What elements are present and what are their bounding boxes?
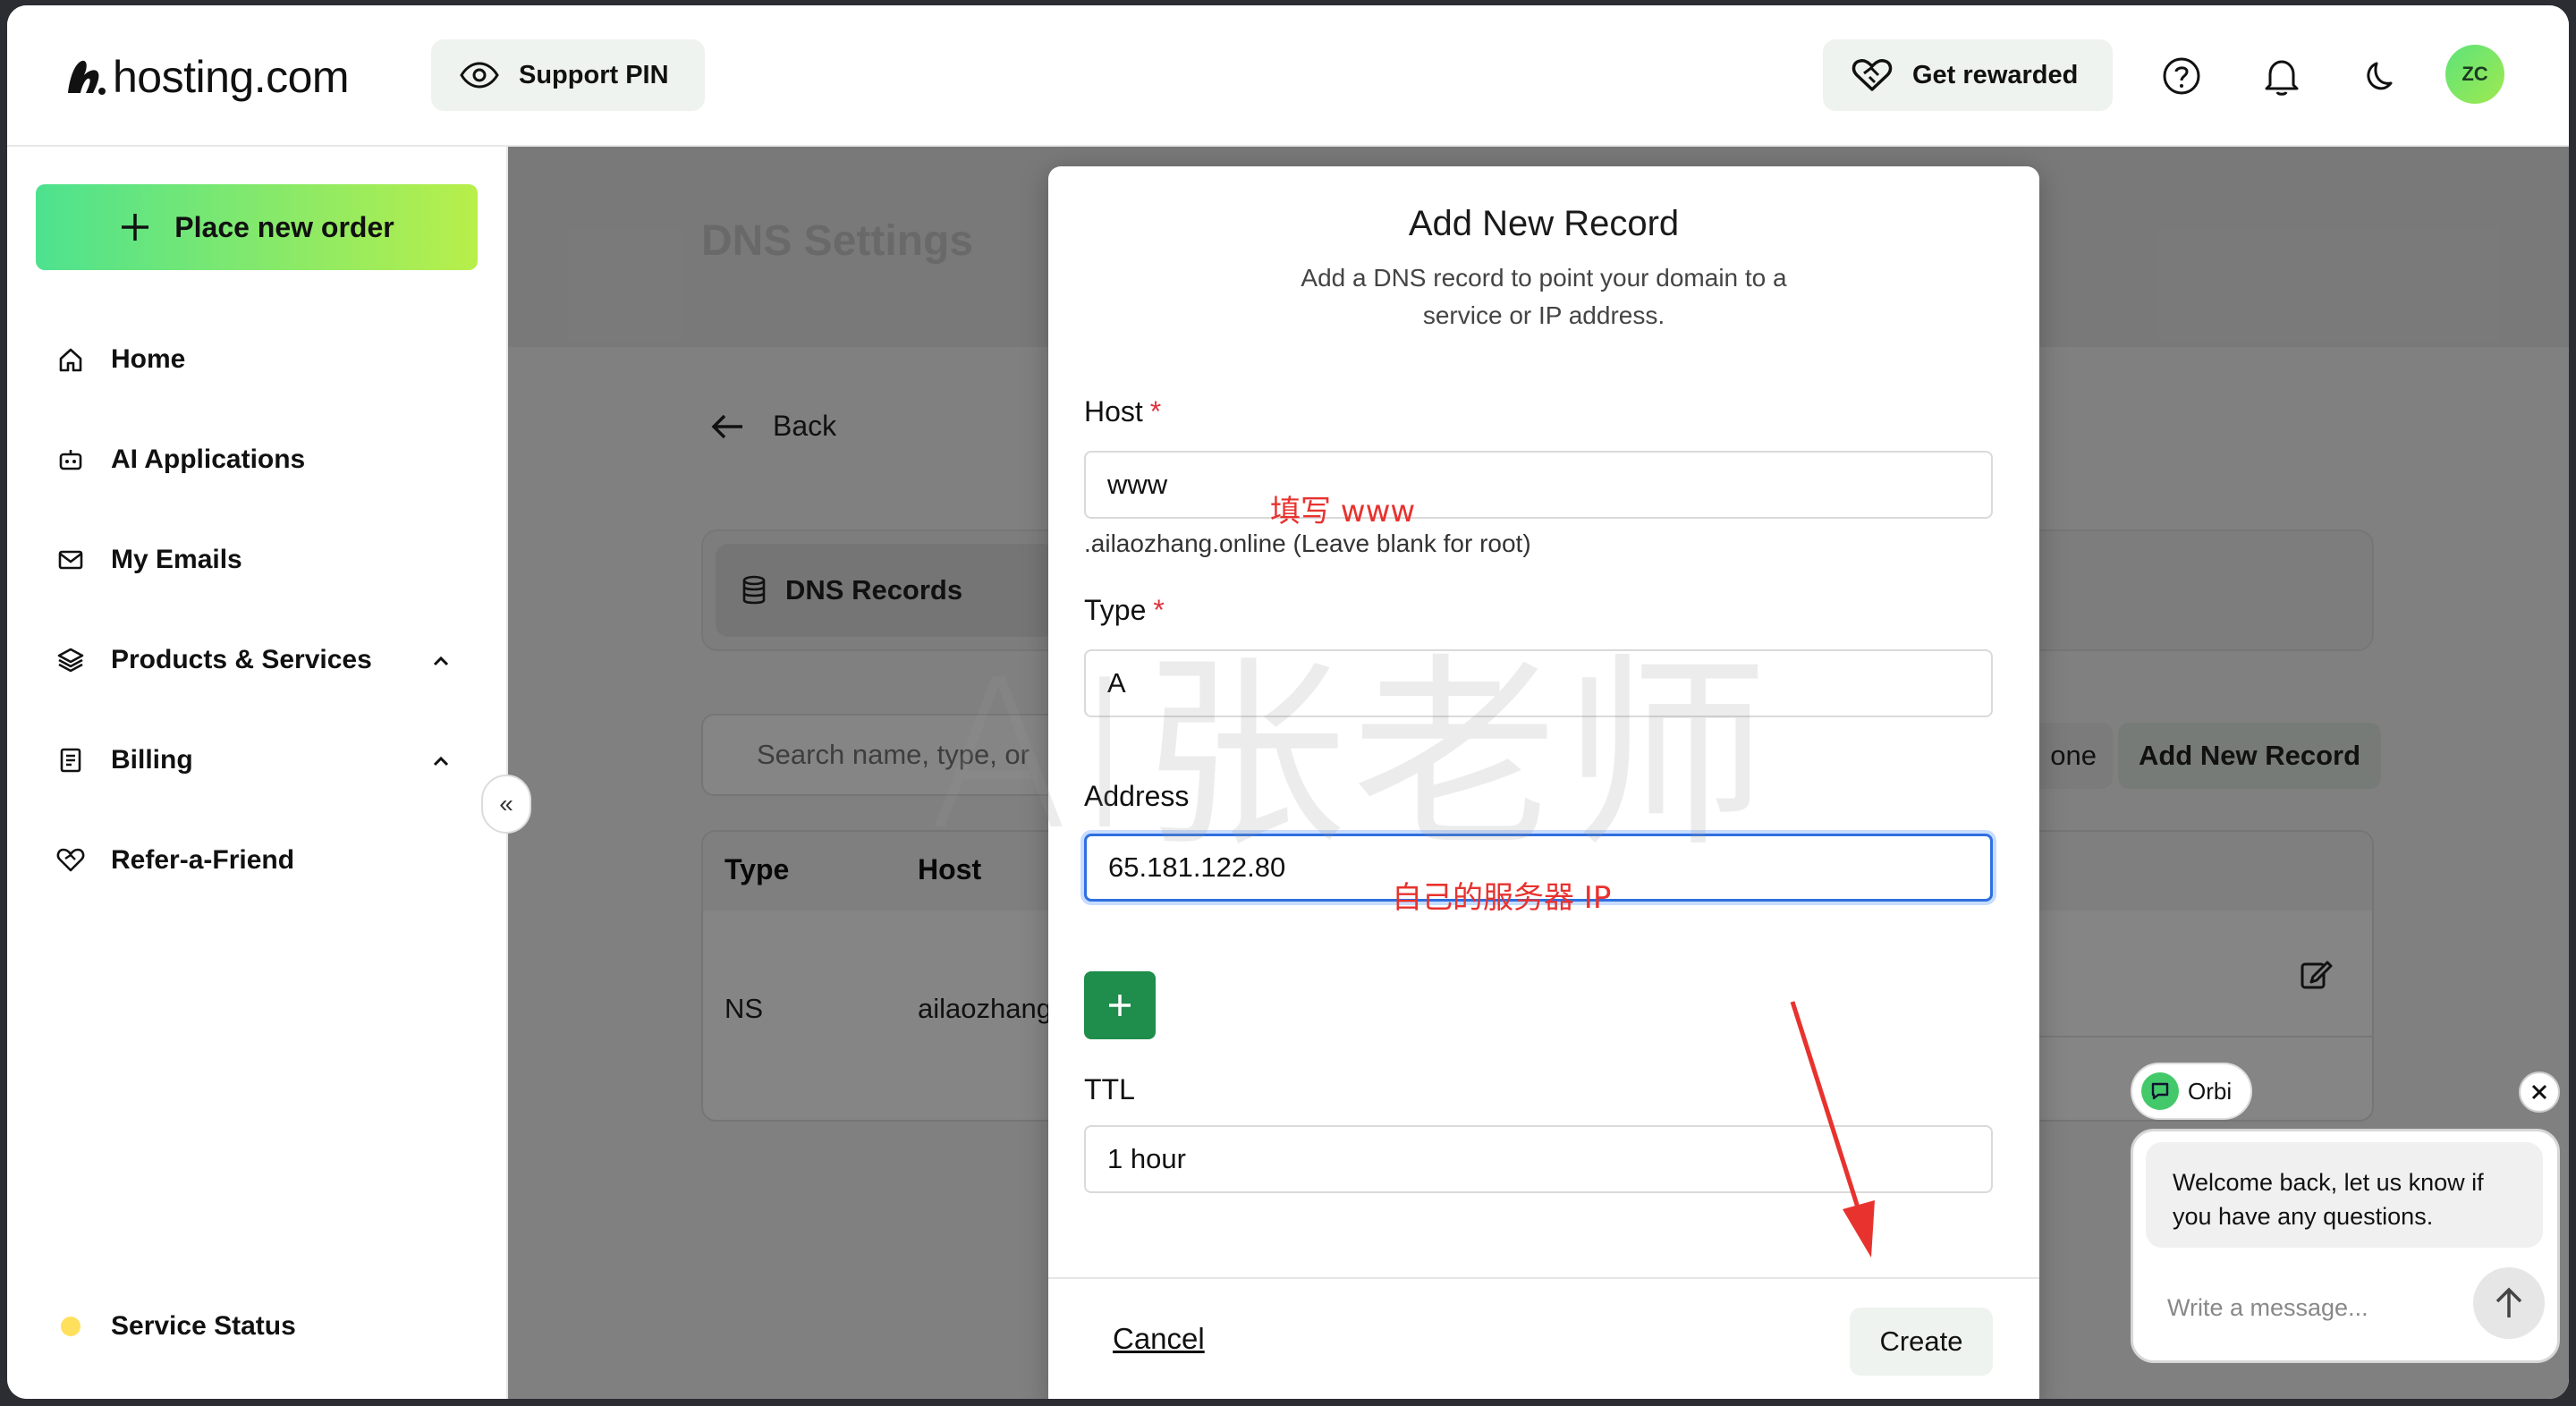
host-hint: .ailaozhang.online (Leave blank for root… bbox=[1084, 529, 1531, 557]
annotation-host-note: 填写 www bbox=[1270, 494, 1416, 529]
chat-message: Welcome back, let us know if you have an… bbox=[2146, 1142, 2543, 1248]
logo-mark-icon bbox=[68, 60, 106, 95]
dialog-title: Add New Record bbox=[1408, 204, 1680, 243]
annotation-address-note: 自己的服务器 IP bbox=[1392, 880, 1612, 916]
sidebar-item-label: Refer-a-Friend bbox=[111, 845, 295, 875]
arrow-up-icon bbox=[2496, 1287, 2522, 1317]
bell-icon bbox=[2265, 60, 2299, 96]
support-pin-button[interactable]: Support PIN bbox=[431, 39, 705, 111]
home-icon bbox=[55, 344, 86, 375]
sidebar-item-home[interactable]: Home bbox=[55, 333, 185, 386]
sidebar-item-label: My Emails bbox=[111, 545, 242, 574]
service-status-label: Service Status bbox=[111, 1311, 296, 1341]
heart-handshake-icon bbox=[55, 845, 86, 876]
chat-bubble-icon bbox=[2141, 1072, 2179, 1110]
chat-panel: Welcome back, let us know if you have an… bbox=[2131, 1129, 2560, 1363]
chevron-up-icon[interactable] bbox=[428, 648, 454, 674]
annotation-arrow-icon bbox=[1790, 1001, 1875, 1258]
logo[interactable]: hosting.com bbox=[61, 50, 350, 104]
close-icon bbox=[2531, 1084, 2547, 1100]
create-button[interactable]: Create bbox=[1850, 1308, 1993, 1376]
chevron-up-icon[interactable] bbox=[428, 748, 454, 775]
plus-icon bbox=[1109, 995, 1131, 1016]
help-button[interactable] bbox=[2159, 54, 2204, 98]
chat-agent-name: Orbi bbox=[2188, 1077, 2233, 1105]
place-new-order-label: Place new order bbox=[174, 210, 394, 243]
dark-mode-toggle[interactable] bbox=[2360, 54, 2404, 98]
collapse-sidebar-button[interactable]: « bbox=[481, 775, 531, 834]
heart-handshake-icon bbox=[1852, 59, 1893, 91]
help-circle-icon bbox=[2163, 57, 2200, 95]
support-pin-label: Support PIN bbox=[519, 60, 669, 89]
mail-icon bbox=[55, 545, 86, 575]
sidebar: Place new order Home AI Applications My … bbox=[7, 147, 508, 1399]
sidebar-item-my-emails[interactable]: My Emails bbox=[55, 533, 242, 587]
status-dot bbox=[61, 1317, 80, 1336]
chat-send-button[interactable] bbox=[2473, 1267, 2545, 1339]
sidebar-item-products-services[interactable]: Products & Services bbox=[55, 633, 372, 687]
cancel-button[interactable]: Cancel bbox=[1113, 1322, 1205, 1356]
sidebar-item-ai-applications[interactable]: AI Applications bbox=[55, 433, 305, 487]
user-avatar[interactable]: ZC bbox=[2445, 45, 2504, 104]
watermark-text: AI张老师 bbox=[928, 637, 1775, 876]
sidebar-item-label: Billing bbox=[111, 745, 193, 775]
add-address-button[interactable] bbox=[1084, 971, 1156, 1039]
eye-icon bbox=[460, 62, 499, 89]
required-asterisk: * bbox=[1149, 395, 1162, 428]
sidebar-item-label: AI Applications bbox=[111, 445, 306, 474]
sidebar-item-refer-a-friend[interactable]: Refer-a-Friend bbox=[55, 834, 294, 887]
sidebar-item-billing[interactable]: Billing bbox=[55, 733, 193, 787]
chat-close-button[interactable] bbox=[2519, 1071, 2560, 1113]
host-input[interactable]: www bbox=[1084, 451, 1993, 519]
ttl-label: TTL bbox=[1084, 1073, 1135, 1105]
top-bar: hosting.com Support PIN Get rewarded ZC bbox=[7, 5, 2569, 147]
logo-text: hosting.com bbox=[113, 52, 350, 102]
plus-icon bbox=[122, 214, 149, 241]
moon-icon bbox=[2367, 62, 2393, 90]
dialog-description: Add a DNS record to point your domain to… bbox=[1301, 264, 1787, 329]
dialog-footer-divider bbox=[1048, 1277, 2039, 1279]
sidebar-item-label: Home bbox=[111, 344, 186, 374]
notifications-button[interactable] bbox=[2259, 54, 2304, 98]
robot-icon bbox=[55, 445, 86, 475]
layers-icon bbox=[55, 645, 86, 675]
chat-message-input[interactable]: Write a message... bbox=[2167, 1294, 2368, 1322]
chat-agent-tag[interactable]: Orbi bbox=[2131, 1063, 2252, 1120]
receipt-icon bbox=[55, 745, 86, 775]
get-rewarded-button[interactable]: Get rewarded bbox=[1823, 39, 2113, 111]
service-status-link[interactable]: Service Status bbox=[61, 1311, 296, 1342]
get-rewarded-label: Get rewarded bbox=[1912, 60, 2079, 89]
app-window: hosting.com Support PIN Get rewarded ZC … bbox=[7, 5, 2569, 1399]
host-label: Host * bbox=[1084, 395, 1161, 428]
place-new-order-button[interactable]: Place new order bbox=[36, 184, 478, 270]
host-label-text: Host bbox=[1084, 395, 1143, 428]
sidebar-item-label: Products & Services bbox=[111, 645, 372, 674]
